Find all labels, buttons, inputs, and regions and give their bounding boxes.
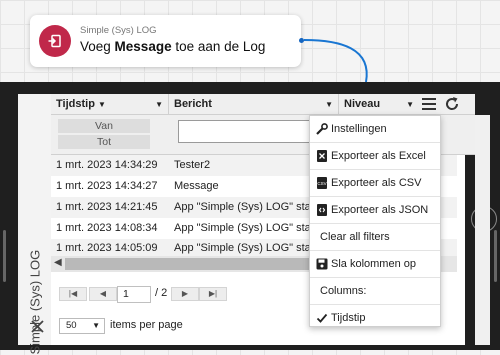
sort-desc-icon: ▼ [97,100,106,109]
node-output-port[interactable] [299,38,304,43]
table-options-menu: Instellingen Exporteer als Excel CSV Exp… [309,115,441,327]
filter-cell-tijdstip: Van Tot [51,115,169,155]
panel-side-label: Simple (Sys) LOG [27,249,43,355]
refresh-icon[interactable] [444,96,460,112]
previous-page-button[interactable]: ◀ [89,287,117,301]
menu-item-column-tijdstip[interactable]: Tijdstip [310,305,440,326]
filter-from[interactable]: Van [58,119,150,133]
wrench-icon [316,123,328,135]
node-title: Voeg Message toe aan de Log [80,39,266,54]
chevron-down-icon: ▼ [92,321,100,330]
menu-columns-heading: Columns: [310,278,440,305]
items-per-page-label: items per page [110,319,183,331]
panel-side-tab: Simple (Sys) LOG [18,94,51,355]
chevron-down-icon[interactable]: ▼ [155,94,163,115]
vertical-scrollbar[interactable] [475,115,490,345]
menu-item-clear-filters[interactable]: Clear all filters [310,224,440,251]
excel-file-icon [317,150,327,162]
page-total: / 2 [155,287,168,299]
svg-text:CSV: CSV [317,181,326,186]
page-size-select[interactable]: 50 ▼ [59,318,105,334]
chevron-down-icon[interactable]: ▼ [325,94,333,115]
column-header-niveau[interactable]: Niveau ▼ [339,94,419,115]
menu-item-save-columns[interactable]: Sla kolommen op [310,251,440,278]
last-page-button[interactable]: ▶| [199,287,227,301]
column-header-bericht[interactable]: Bericht ▼ [169,94,339,115]
next-page-button[interactable]: ▶ [171,287,199,301]
node-subtitle: Simple (Sys) LOG [80,25,157,36]
log-node-card[interactable]: Simple (Sys) LOG Voeg Message toe aan de… [30,15,301,67]
scrollbar-thumb[interactable] [65,258,325,270]
menu-item-export-json[interactable]: Exporteer als JSON [310,197,440,224]
save-icon [316,258,328,270]
right-resize-handle[interactable] [494,230,497,282]
close-icon[interactable] [31,320,44,333]
first-page-button[interactable]: |◀ [59,287,87,301]
scroll-left-icon[interactable]: ◀ [54,257,62,268]
menu-item-settings[interactable]: Instellingen [310,116,440,143]
page-number-input[interactable]: 1 [117,286,151,303]
menu-item-export-csv[interactable]: CSV Exporteer als CSV [310,170,440,197]
json-file-icon [317,204,327,216]
checkmark-icon [316,313,328,323]
filter-to[interactable]: Tot [58,135,150,149]
hamburger-menu-icon[interactable] [422,98,436,110]
column-header-tijdstip[interactable]: Tijdstip ▼ ▼ [51,94,169,115]
chevron-down-icon[interactable]: ▼ [406,94,414,115]
log-entry-icon [39,25,71,57]
left-resize-handle[interactable] [3,230,6,282]
csv-file-icon: CSV [317,177,327,189]
menu-item-export-excel[interactable]: Exporteer als Excel [310,143,440,170]
